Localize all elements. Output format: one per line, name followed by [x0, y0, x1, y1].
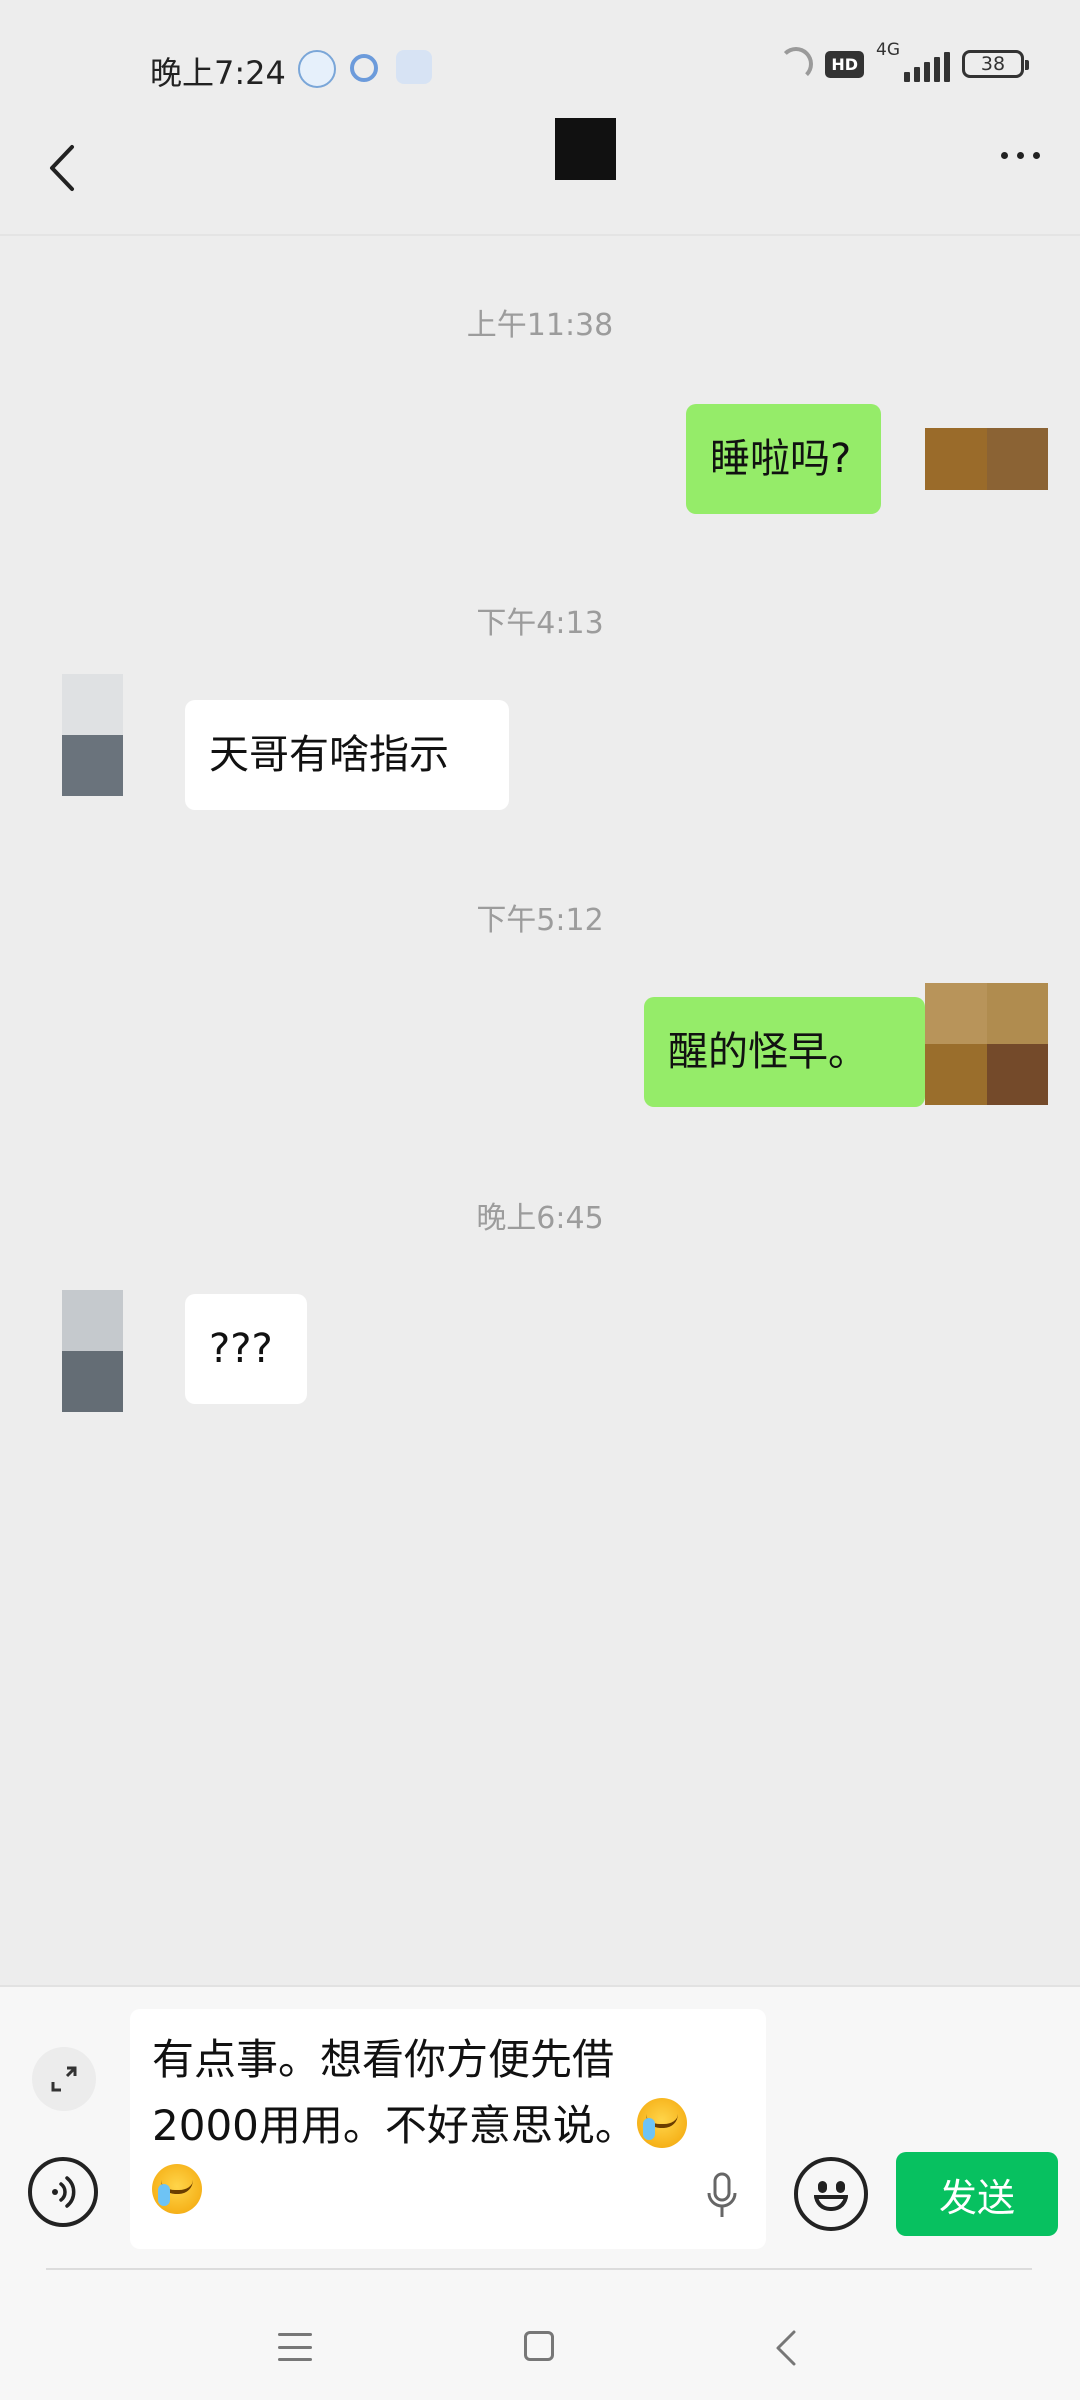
contact-name-redacted [555, 118, 616, 180]
timestamp: 下午4:13 [476, 606, 604, 641]
voice-icon [52, 2176, 76, 2208]
menu-icon[interactable] [278, 2333, 312, 2361]
chat-header [0, 100, 1080, 236]
home-icon[interactable] [524, 2331, 554, 2361]
divider [46, 2268, 1032, 2270]
send-button[interactable]: 发送 [896, 2152, 1058, 2236]
hd-icon: HD [825, 50, 864, 78]
self-avatar[interactable] [925, 428, 1048, 490]
outgoing-message[interactable]: 醒的怪早。 [644, 997, 925, 1107]
message-bubble-icon [298, 50, 336, 88]
message-input-text: 有点事。想看你方便先借 2000用用。不好意思说。 [152, 2027, 712, 2225]
cry-laugh-emoji [636, 2098, 687, 2148]
timestamp: 晚上6:45 [476, 1201, 604, 1236]
emoji-button[interactable] [794, 2157, 868, 2231]
outgoing-message[interactable]: 睡啦吗? [686, 404, 881, 514]
system-nav-bar [0, 2275, 1080, 2400]
back-icon[interactable] [774, 2329, 798, 2367]
message-line-1: 有点事。想看你方便先借 [152, 2035, 615, 2084]
timestamp: 下午5:12 [476, 903, 604, 938]
cry-laugh-emoji [152, 2164, 202, 2214]
status-right-group: HD 4G 38 [779, 40, 1029, 84]
self-avatar[interactable] [925, 983, 1048, 1105]
network-type: 4G [876, 40, 900, 60]
expand-input-button[interactable] [32, 2047, 96, 2111]
q-app-icon [350, 54, 378, 82]
message-input[interactable]: 有点事。想看你方便先借 2000用用。不好意思说。 [130, 2009, 766, 2249]
timestamp: 上午11:38 [466, 308, 614, 343]
incoming-message[interactable]: ??? [185, 1294, 307, 1404]
input-bar: 有点事。想看你方便先借 2000用用。不好意思说。 发送 [0, 1985, 1080, 2277]
contact-avatar[interactable] [62, 1290, 123, 1412]
nfc-icon [779, 47, 814, 81]
chevron-left-icon [50, 145, 74, 191]
blurred-notification-icon [396, 50, 432, 84]
message-line-2: 2000用用。不好意思说。 [152, 2101, 637, 2150]
incoming-message[interactable]: 天哥有啥指示 [185, 700, 509, 810]
mic-icon[interactable] [704, 2171, 740, 2221]
more-dots-icon [1001, 152, 1008, 159]
status-time: 晚上7:24 [150, 54, 286, 92]
voice-input-button[interactable] [28, 2157, 98, 2227]
signal-icon: 4G [876, 40, 950, 82]
battery-icon: 38 [962, 50, 1029, 78]
battery-level: 38 [980, 53, 1006, 75]
back-button[interactable] [36, 138, 86, 198]
more-button[interactable] [1001, 152, 1040, 159]
expand-icon [51, 2066, 77, 2092]
smile-icon [818, 2181, 827, 2193]
contact-avatar[interactable] [62, 674, 123, 796]
